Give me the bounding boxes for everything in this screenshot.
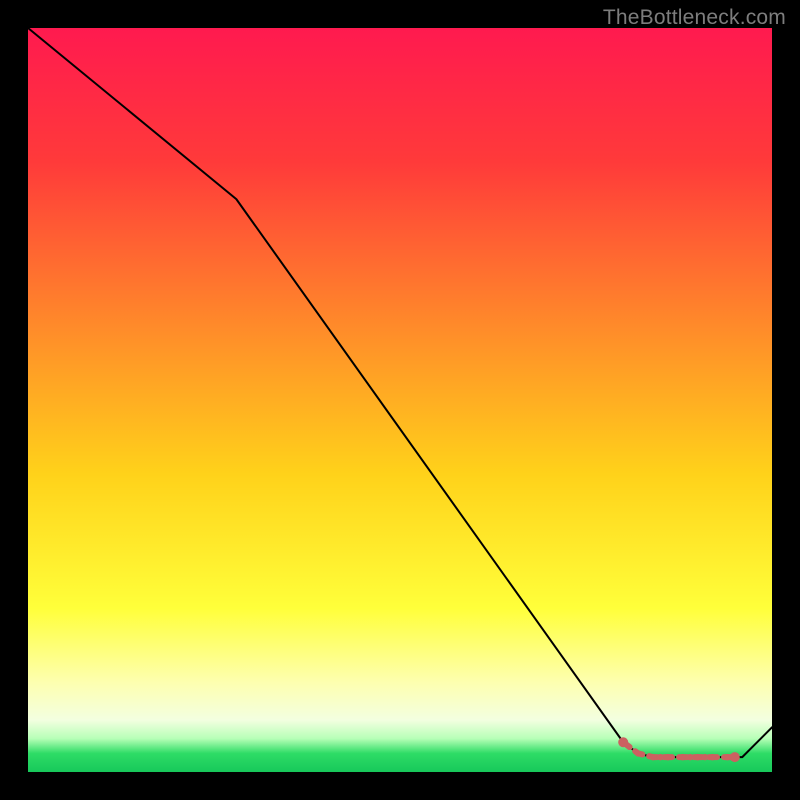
highlight-marker xyxy=(730,752,740,762)
highlight-marker xyxy=(618,737,628,747)
plot-area xyxy=(28,28,772,772)
highlight-marker xyxy=(665,754,671,760)
chart-stage: TheBottleneck.com xyxy=(0,0,800,800)
highlight-marker xyxy=(680,754,686,760)
highlight-marker xyxy=(709,754,715,760)
gradient-background xyxy=(28,28,772,772)
chart-svg xyxy=(28,28,772,772)
highlight-marker xyxy=(687,754,693,760)
highlight-marker xyxy=(702,754,708,760)
highlight-marker xyxy=(635,750,641,756)
highlight-marker xyxy=(657,754,663,760)
highlight-marker xyxy=(650,754,656,760)
highlight-marker xyxy=(724,754,730,760)
watermark-text: TheBottleneck.com xyxy=(603,6,786,30)
highlight-marker xyxy=(694,754,700,760)
